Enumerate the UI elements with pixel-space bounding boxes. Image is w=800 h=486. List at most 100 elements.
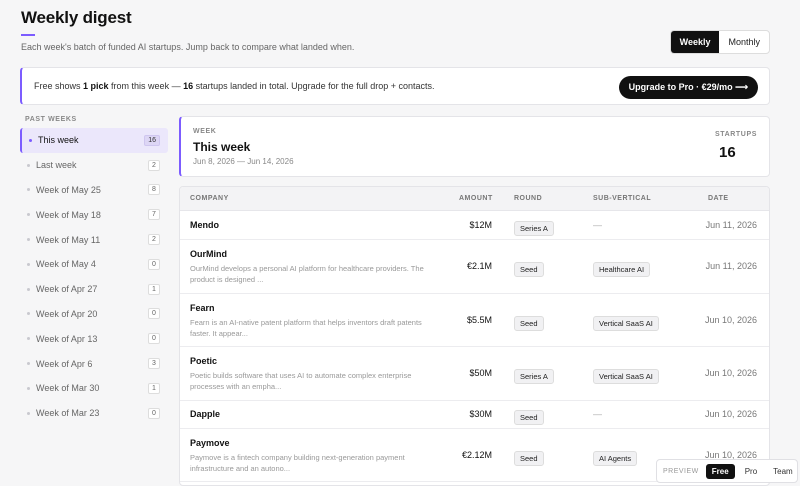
banner-text-pre: Free shows bbox=[34, 81, 84, 91]
sidebar-week-item[interactable]: Week of Apr 27 1 bbox=[20, 277, 168, 302]
round-cell: Seed bbox=[514, 448, 544, 466]
banner-text: Free shows 1 pick from this week — 16 st… bbox=[34, 81, 435, 91]
date-cell: Jun 10, 2026 bbox=[704, 409, 757, 419]
week-item-label: Week of Apr 27 bbox=[36, 284, 98, 295]
column-header-date[interactable]: DATE bbox=[708, 195, 729, 202]
monthly-toggle-button[interactable]: Monthly bbox=[719, 31, 769, 53]
week-item-label: Week of May 11 bbox=[36, 234, 101, 245]
round-cell: Seed bbox=[514, 313, 544, 331]
amount-cell: €2.12M bbox=[461, 450, 492, 460]
column-header-company[interactable]: COMPANY bbox=[190, 195, 229, 202]
week-item-count-badge: 0 bbox=[148, 258, 160, 270]
sidebar-week-item[interactable]: Week of Mar 30 1 bbox=[20, 376, 168, 401]
week-item-label: This week bbox=[38, 135, 79, 146]
subvertical-cell: Healthcare AI bbox=[593, 259, 651, 277]
preview-label: PREVIEW bbox=[663, 467, 699, 475]
weekly-toggle-button[interactable]: Weekly bbox=[670, 31, 720, 53]
bullet-icon bbox=[27, 163, 30, 167]
table-row[interactable]: Dapple $30M Seed — Jun 10, 2026 bbox=[180, 401, 769, 429]
round-cell: Series A bbox=[514, 218, 554, 236]
week-date-range: Jun 8, 2026 — Jun 14, 2026 bbox=[193, 157, 294, 166]
sidebar-week-item[interactable]: Week of May 11 2 bbox=[20, 227, 168, 252]
subvertical-cell: — bbox=[593, 409, 602, 419]
company-name: Fearn bbox=[190, 303, 215, 313]
banner-text-mid: from this week — bbox=[108, 81, 184, 91]
subvertical-badge: Vertical SaaS AI bbox=[593, 316, 659, 331]
week-item-count-badge: 0 bbox=[148, 308, 160, 320]
period-toggle: Weekly Monthly bbox=[669, 30, 770, 54]
startups-table: COMPANY AMOUNT ROUND SUB-VERTICAL DATE M… bbox=[179, 186, 770, 486]
week-list: This week 16 Last week 2 Week of May 25 8 Week… bbox=[20, 128, 168, 426]
sidebar-week-item[interactable]: Week of May 25 8 bbox=[20, 178, 168, 203]
column-header-amount[interactable]: AMOUNT bbox=[459, 195, 493, 202]
company-cell: Mendo bbox=[190, 220, 219, 230]
company-name: Paymove bbox=[190, 438, 230, 448]
round-badge: Series A bbox=[514, 369, 554, 384]
table-body: Mendo $12M Series A — Jun 11, 2026 OurMind Our… bbox=[180, 211, 769, 482]
company-cell: OurMind OurMind develops a personal AI pl… bbox=[190, 249, 440, 285]
preview-pro-button[interactable]: Pro bbox=[739, 464, 763, 479]
column-header-subvertical[interactable]: SUB-VERTICAL bbox=[593, 195, 651, 202]
week-item-label: Week of Mar 23 bbox=[36, 408, 100, 419]
subvertical-badge: AI Agents bbox=[593, 451, 638, 466]
amount-cell: €2.1M bbox=[466, 261, 492, 271]
sidebar-week-item[interactable]: Week of May 4 0 bbox=[20, 252, 168, 277]
subvertical-cell: — bbox=[593, 220, 602, 230]
round-badge: Series A bbox=[514, 221, 554, 236]
bullet-icon bbox=[27, 362, 30, 366]
table-row[interactable]: Fearn Fearn is an AI-native patent platfo… bbox=[180, 294, 769, 347]
week-item-label: Week of Apr 20 bbox=[36, 308, 98, 319]
subvertical-cell: Vertical SaaS AI bbox=[593, 366, 659, 384]
amount-cell: $30M bbox=[469, 409, 492, 419]
bullet-icon bbox=[27, 312, 30, 316]
week-item-count-badge: 8 bbox=[148, 184, 160, 196]
upgrade-to-pro-button[interactable]: Upgrade to Pro · €29/mo ⟶ bbox=[618, 76, 758, 99]
week-item-count-badge: 2 bbox=[148, 234, 160, 246]
company-description: Poetic builds software that uses AI to a… bbox=[190, 371, 412, 391]
past-weeks-sidebar: PAST WEEKS This week 16 Last week 2 Week of … bbox=[20, 116, 168, 426]
title-underline bbox=[21, 34, 35, 36]
sidebar-week-item[interactable]: Week of Apr 20 0 bbox=[20, 302, 168, 327]
page-title: Weekly digest bbox=[21, 8, 132, 27]
round-cell: Seed bbox=[514, 259, 544, 277]
banner-total-count: 16 bbox=[183, 81, 194, 91]
week-item-label: Week of May 4 bbox=[36, 259, 96, 270]
amount-cell: $5.5M bbox=[466, 315, 492, 325]
week-item-count-badge: 0 bbox=[148, 333, 160, 345]
subvertical-badge: Vertical SaaS AI bbox=[593, 369, 659, 384]
subvertical-cell: Vertical SaaS AI bbox=[593, 313, 659, 331]
date-cell: Jun 11, 2026 bbox=[705, 220, 757, 230]
bullet-icon bbox=[29, 138, 32, 142]
banner-picks-count: 1 pick bbox=[83, 81, 109, 91]
column-header-round[interactable]: ROUND bbox=[514, 195, 542, 202]
sidebar-week-item[interactable]: Week of Apr 13 0 bbox=[20, 326, 168, 351]
company-cell: Dapple bbox=[190, 409, 220, 419]
week-label: WEEK bbox=[193, 128, 217, 135]
week-item-label: Week of Mar 30 bbox=[36, 383, 100, 394]
sidebar-week-item[interactable]: Week of Apr 6 3 bbox=[20, 351, 168, 376]
round-badge: Seed bbox=[514, 262, 544, 277]
week-item-label: Week of May 18 bbox=[36, 209, 101, 220]
week-item-count-badge: 3 bbox=[148, 358, 160, 370]
sidebar-week-item[interactable]: This week 16 bbox=[20, 128, 168, 153]
round-badge: Seed bbox=[514, 316, 544, 331]
table-row[interactable]: Mendo $12M Series A — Jun 11, 2026 bbox=[180, 211, 769, 240]
company-cell: Poetic Poetic builds software that uses A… bbox=[190, 356, 440, 392]
preview-team-button[interactable]: Team bbox=[767, 464, 799, 479]
week-item-count-badge: 7 bbox=[148, 209, 160, 221]
amount-cell: $12M bbox=[469, 220, 492, 230]
startups-stat-label: STARTUPS bbox=[714, 131, 757, 138]
subvertical-badge: Healthcare AI bbox=[593, 262, 651, 277]
table-header: COMPANY AMOUNT ROUND SUB-VERTICAL DATE bbox=[180, 187, 769, 211]
table-row[interactable]: Poetic Poetic builds software that uses A… bbox=[180, 347, 769, 401]
week-title: This week bbox=[193, 140, 251, 154]
sidebar-week-item[interactable]: Last week 2 bbox=[20, 153, 168, 178]
round-badge: Seed bbox=[514, 410, 544, 425]
week-item-label: Week of May 25 bbox=[36, 184, 101, 195]
sidebar-week-item[interactable]: Week of May 18 7 bbox=[20, 202, 168, 227]
week-item-count-badge: 0 bbox=[148, 407, 160, 419]
sidebar-week-item[interactable]: Week of Mar 23 0 bbox=[20, 401, 168, 426]
table-row[interactable]: OurMind OurMind develops a personal AI pl… bbox=[180, 240, 769, 294]
preview-free-button[interactable]: Free bbox=[705, 463, 735, 479]
page-header: Weekly digest Each week's batch of funde… bbox=[21, 8, 354, 52]
